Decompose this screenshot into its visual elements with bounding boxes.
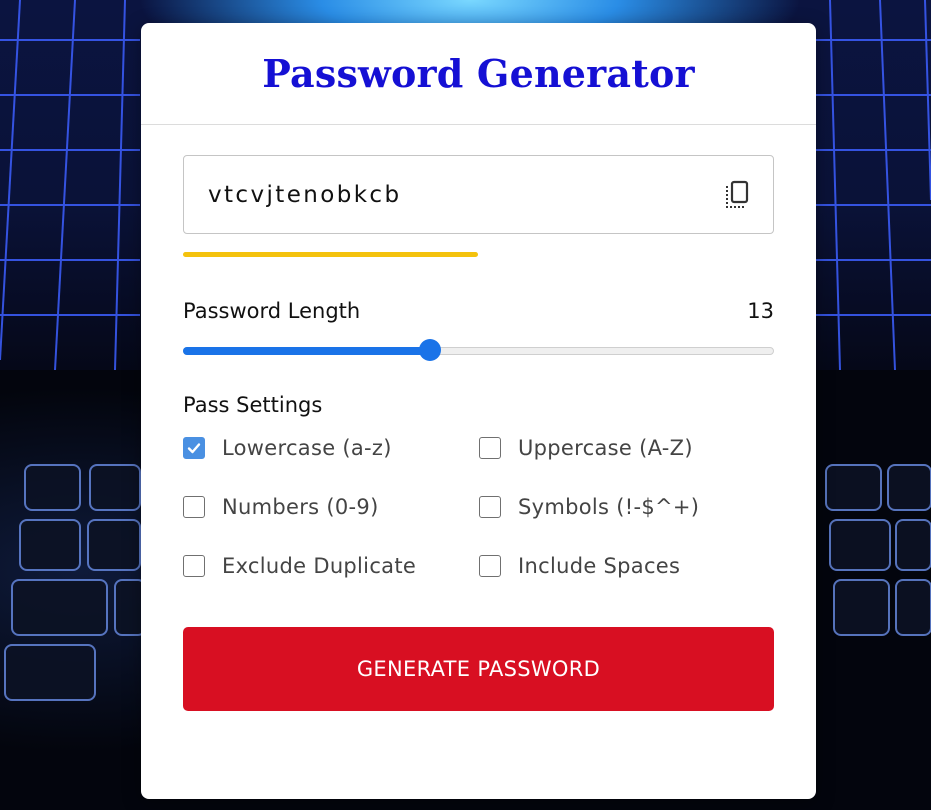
- numbers-checkbox[interactable]: [183, 496, 205, 518]
- option-uppercase[interactable]: Uppercase (A-Z): [479, 435, 775, 461]
- slider-fill: [183, 347, 430, 355]
- password-display: [183, 155, 774, 234]
- option-numbers[interactable]: Numbers (0-9): [183, 494, 479, 520]
- include-spaces-checkbox[interactable]: [479, 555, 501, 577]
- pass-settings-label: Pass Settings: [183, 393, 323, 417]
- option-label: Uppercase (A-Z): [518, 436, 693, 460]
- option-include-spaces[interactable]: Include Spaces: [479, 553, 775, 579]
- option-label: Include Spaces: [518, 554, 681, 578]
- option-exclude-duplicate[interactable]: Exclude Duplicate: [183, 553, 479, 579]
- password-length-value: 13: [747, 299, 774, 323]
- card-body: Password Length 13 Pass Settings Lowerca…: [183, 155, 774, 711]
- option-label: Numbers (0-9): [222, 495, 379, 519]
- copy-icon: [726, 180, 749, 208]
- option-label: Lowercase (a-z): [222, 436, 392, 460]
- password-length-label: Password Length: [183, 299, 361, 323]
- uppercase-checkbox[interactable]: [479, 437, 501, 459]
- settings-options: Lowercase (a-z) Uppercase (A-Z) Numbers …: [183, 435, 774, 579]
- option-label: Symbols (!-$^+): [518, 495, 700, 519]
- check-icon: [187, 443, 201, 454]
- generate-password-button[interactable]: GENERATE PASSWORD: [183, 627, 774, 711]
- lowercase-checkbox[interactable]: [183, 437, 205, 459]
- password-strength-meter: [183, 252, 772, 257]
- option-lowercase[interactable]: Lowercase (a-z): [183, 435, 479, 461]
- card-header: Password Generator: [141, 23, 816, 125]
- slider-thumb[interactable]: [419, 339, 441, 361]
- strength-bar-fill: [183, 252, 478, 257]
- option-symbols[interactable]: Symbols (!-$^+): [479, 494, 775, 520]
- copy-button[interactable]: [723, 179, 751, 211]
- option-label: Exclude Duplicate: [222, 554, 417, 578]
- page-title: Password Generator: [262, 51, 695, 96]
- length-row: Password Length 13: [183, 299, 774, 323]
- exclude-duplicate-checkbox[interactable]: [183, 555, 205, 577]
- password-generator-card: Password Generator vtcvjtenobkcb Passwor…: [141, 23, 816, 799]
- password-output-field[interactable]: [184, 156, 704, 233]
- symbols-checkbox[interactable]: [479, 496, 501, 518]
- password-length-slider[interactable]: [183, 339, 774, 363]
